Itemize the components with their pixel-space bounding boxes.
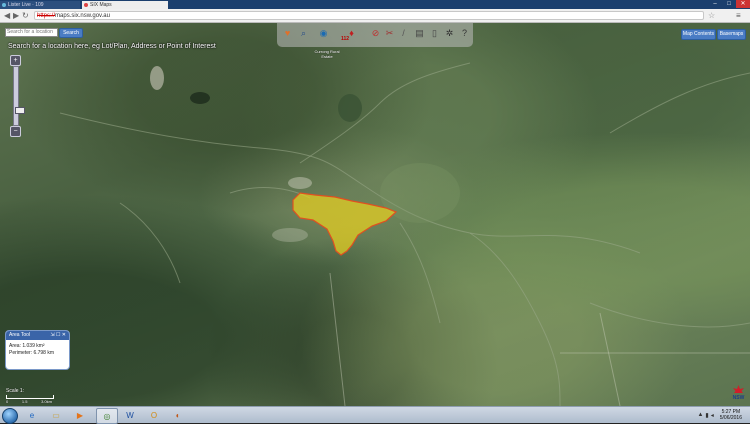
no-entry-icon[interactable]: ⊘ (369, 27, 382, 40)
area-tool-header: Area Tool ⇲ ☐ ✕ (6, 331, 69, 340)
app-icon[interactable]: ◐ (168, 408, 188, 422)
nsw-logo: NSW (733, 385, 745, 401)
help-icon[interactable]: ? (458, 27, 471, 40)
map-tools-toolbar: ♥ ⌕ ◉ ♦ 112 ⊘ ✂ / ▤ ▯ ✲ ? (277, 23, 473, 47)
tray-arrow-icon[interactable]: ▲ (697, 412, 703, 419)
pencil-icon[interactable]: / (397, 27, 410, 40)
browser-tab-bar: Lister Live · 109 SIX Maps ‒ □ ✕ (0, 0, 750, 9)
place-label: Currong Rural Estate (314, 49, 340, 59)
scale-bar: Scale 1: 0 1.5 3.0km (6, 388, 54, 404)
taskbar: e ▭ ▶ ◎ W O ◐ ▲ ▮ ◂ 5:27 PM 5/06/2016 (0, 406, 750, 424)
forward-icon[interactable]: ▶ (13, 11, 19, 20)
media-player-icon[interactable]: ▶ (70, 408, 90, 422)
perimeter-label: Perimeter: (9, 350, 33, 356)
document-icon[interactable]: ▯ (428, 27, 441, 40)
basemaps-button[interactable]: Basemaps (717, 29, 746, 40)
measured-area-polygon[interactable] (0, 23, 750, 406)
settings-icon[interactable]: ✲ (443, 27, 456, 40)
perimeter-value: 6.798 km (33, 350, 55, 356)
folder-icon[interactable]: ▭ (46, 408, 66, 422)
zoom-slider-thumb[interactable] (15, 107, 25, 114)
heart-icon[interactable]: ♥ (281, 27, 294, 40)
area-label: Area: (9, 343, 21, 349)
ie-icon[interactable]: e (22, 408, 42, 422)
address-bar[interactable]: https://maps.six.nsw.gov.au (34, 11, 704, 20)
map-contents-button[interactable]: Map Contents (681, 29, 716, 40)
tab-label: SIX Maps (90, 2, 112, 8)
panel-controls-icon[interactable]: ⇲ ☐ ✕ (50, 331, 66, 340)
close-icon[interactable]: ✕ (736, 0, 750, 8)
zoom-slider[interactable] (13, 66, 25, 126)
scale-label: 1.5 (21, 399, 28, 404)
system-tray: ▲ ▮ ◂ 5:27 PM 5/06/2016 (697, 407, 750, 423)
zoom-in-icon[interactable]: + (10, 55, 21, 66)
minimize-icon[interactable]: ‒ (708, 0, 722, 8)
word-icon[interactable]: W (120, 408, 140, 422)
area-value: 1.039 km² (22, 343, 45, 349)
search-button[interactable]: Search (59, 28, 83, 38)
zoom-out-icon[interactable]: − (10, 126, 21, 137)
window-controls: ‒ □ ✕ (708, 0, 750, 9)
back-icon[interactable]: ◀ (4, 11, 10, 20)
area-tool-title: Area Tool (9, 332, 31, 338)
volume-icon[interactable]: ◂ (711, 412, 714, 419)
address-url: maps.six.nsw.gov.au (55, 13, 110, 19)
scale-label: 3.0km (41, 399, 52, 404)
search-hint: Search for a location here, eg Lot/Plan,… (8, 43, 216, 50)
scale-label: 0 (6, 399, 9, 404)
maximize-icon[interactable]: □ (722, 0, 736, 8)
tab-favicon (84, 3, 88, 7)
network-icon[interactable]: ▮ (705, 412, 708, 419)
clock[interactable]: 5:27 PM 5/06/2016 (720, 409, 742, 421)
tool-badge: 112 (341, 36, 350, 42)
browser-toolbar: ◀ ▶ ↻ https://maps.six.nsw.gov.au ☆ ≡ (0, 9, 750, 23)
map-viewport[interactable]: Search Search for a location here, eg Lo… (0, 23, 750, 406)
tools-icon[interactable]: ✂ (383, 27, 396, 40)
clock-date: 5/06/2016 (719, 415, 742, 421)
area-tool-body: Area: 1.039 km² Perimeter: 6.798 km (6, 340, 69, 360)
tab-favicon (2, 3, 6, 7)
outlook-icon[interactable]: O (144, 408, 164, 422)
tab-label: Lister Live · 109 (8, 2, 44, 8)
area-tool-panel: Area Tool ⇲ ☐ ✕ Area: 1.039 km² Perimete… (5, 330, 70, 370)
nsw-logo-text: NSW (733, 395, 745, 401)
reload-icon[interactable]: ↻ (22, 11, 29, 20)
bookmark-star-icon[interactable]: ☆ (708, 11, 715, 20)
tab-six-maps[interactable]: SIX Maps (82, 1, 168, 9)
print-icon[interactable]: ▤ (413, 27, 426, 40)
tab-lister-live[interactable]: Lister Live · 109 (0, 1, 80, 9)
address-protocol: https:// (37, 13, 56, 19)
search-input[interactable] (5, 28, 58, 37)
scale-title: Scale 1: (6, 388, 25, 394)
menu-icon[interactable]: ≡ (736, 11, 741, 20)
globe-icon[interactable]: ◉ (317, 27, 330, 40)
search-icon[interactable]: ⌕ (297, 27, 310, 40)
